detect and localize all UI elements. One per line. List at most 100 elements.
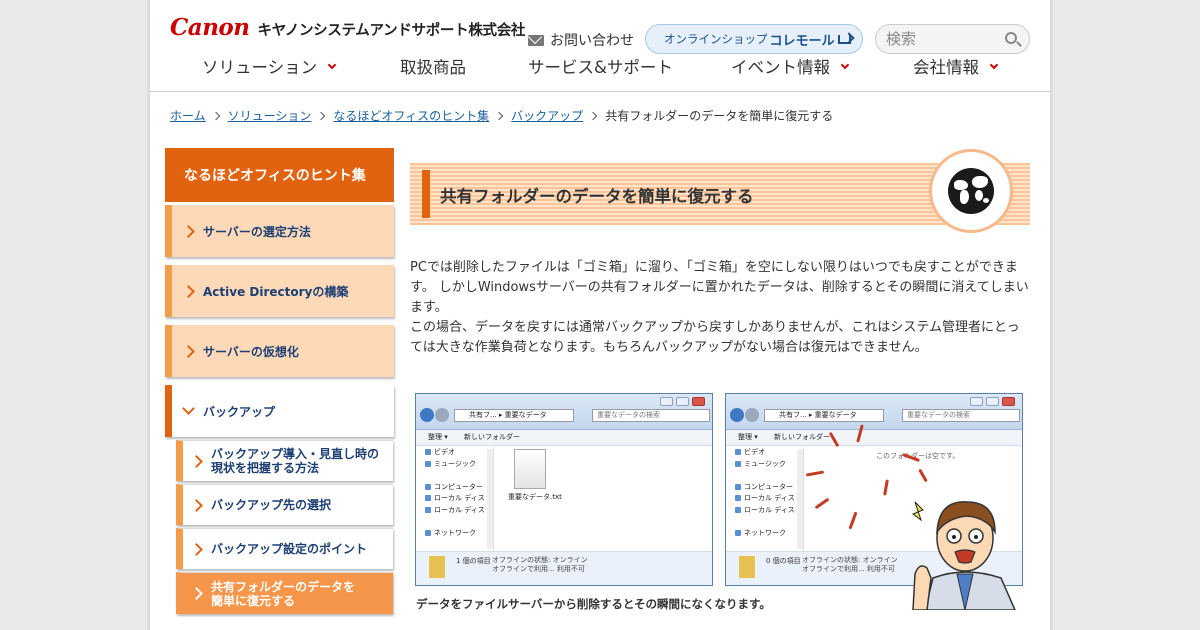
search-icon[interactable]	[1005, 32, 1017, 44]
search-input[interactable]	[886, 29, 996, 49]
status-line: オフラインの状態: オンライン	[492, 556, 588, 564]
chevron-right-icon	[182, 344, 195, 358]
scrollbar	[797, 449, 803, 549]
sidebar-item-label: サーバーの仮想化	[203, 344, 299, 359]
window-search: 重要なデータの検索	[592, 409, 710, 422]
folder-icon	[429, 556, 445, 578]
sidebar-item-virtualization[interactable]: サーバーの仮想化	[165, 325, 394, 377]
sidebar-subitem-label: バックアップ先の選択	[211, 498, 332, 512]
shock-line	[814, 497, 830, 510]
shock-line	[805, 470, 825, 477]
minimize-icon	[660, 397, 673, 406]
nav-company[interactable]: 会社情報	[913, 54, 999, 78]
article-body: PCでは削除したファイルは「ゴミ箱」に溜り、「ゴミ箱」を空にしない限りはいつでも…	[410, 258, 1030, 358]
contact-label: お問い合わせ	[550, 33, 634, 49]
sidebar-item-server-selection[interactable]: サーバーの選定方法	[165, 205, 394, 257]
chevron-right-icon	[182, 224, 195, 238]
label-line-2: 簡単に復元する	[211, 593, 296, 608]
sidebar-title[interactable]: なるほどオフィスのヒント集	[165, 148, 394, 202]
breadcrumb-solutions[interactable]: ソリューション	[228, 107, 312, 124]
breadcrumb-home[interactable]: ホーム	[170, 107, 206, 124]
shock-line	[918, 468, 928, 483]
chevron-right-icon	[190, 587, 203, 600]
body-line: PCでは削除したファイルは「ゴミ箱」に溜り、「ゴミ箱」を空にしない限りはいつでも…	[410, 260, 1018, 275]
globe-icon	[948, 168, 994, 214]
nav-products[interactable]: 取扱商品	[400, 54, 466, 78]
tree-item: ローカル ディス	[416, 505, 493, 517]
tree-item: ローカル ディス	[726, 493, 803, 505]
item-count: 1 個の項目	[456, 557, 491, 565]
contact-link[interactable]: お問い合わせ	[528, 30, 634, 50]
toolbar-new-folder: 新しいフォルダー	[463, 433, 520, 441]
tree-item: ミュージック	[726, 459, 803, 471]
tree-item: ビデオ	[416, 447, 493, 459]
sidebar-subitem-label: バックアップ設定のポイント	[211, 542, 368, 556]
tree-item: ローカル ディス	[416, 493, 493, 505]
breadcrumb-hints[interactable]: なるほどオフィスのヒント集	[333, 107, 489, 124]
nav-events[interactable]: イベント情報	[731, 54, 850, 78]
status-offline: オフラインの状態: オンライン オフラインで利用... 利用不可	[492, 556, 588, 574]
page: Canon キヤノンシステムアンドサポート株式会社 お問い合わせ オンラインショ…	[150, 0, 1050, 630]
header-divider	[150, 91, 1050, 92]
site-logo[interactable]: Canon キヤノンシステムアンドサポート株式会社	[170, 14, 525, 41]
article-title: 共有フォルダーのデータを簡単に復元する	[440, 187, 754, 206]
sidebar-item-label: サーバーの選定方法	[203, 224, 311, 239]
chevron-down-icon	[989, 60, 999, 69]
chevron-right-icon	[190, 498, 203, 512]
status-line: オフラインで利用... 利用不可	[492, 565, 585, 573]
tree-item: コンピューター	[726, 482, 803, 494]
globe-badge	[929, 149, 1013, 233]
path-segment: 重要なデータ	[814, 411, 857, 419]
window-titlebar: 共有フ... ▸ 重要なデータ 重要なデータの検索	[726, 394, 1022, 430]
chevron-right-icon	[190, 542, 203, 556]
nav-tree: ビデオ ミュージック コンピューター ローカル ディス ローカル ディス ネット…	[726, 447, 804, 553]
sidebar-subitem-settings[interactable]: バックアップ設定のポイント	[176, 528, 393, 569]
sidebar-subitem-destination[interactable]: バックアップ先の選択	[176, 484, 393, 525]
chevron-down-icon	[182, 402, 195, 415]
chevron-right-icon	[494, 111, 504, 120]
minimize-icon	[970, 397, 983, 406]
text-file-icon	[514, 449, 546, 489]
scrollbar	[487, 449, 493, 549]
file-label: 重要なデータ.txt	[508, 493, 562, 501]
breadcrumb: ホーム ソリューション なるほどオフィスのヒント集 バックアップ 共有フォルダー…	[170, 107, 833, 124]
address-bar: 共有フ... ▸ 重要なデータ	[454, 409, 574, 422]
chevron-right-icon	[182, 284, 195, 298]
shock-line	[848, 511, 858, 530]
path-segment: 共有フ...	[779, 411, 807, 419]
tree-item: コンピューター	[416, 482, 493, 494]
sidebar-subitem-current-state[interactable]: バックアップ導入・見直し時の 現状を把握する方法	[176, 440, 393, 481]
sidebar-item-label: Active Directoryの構築	[203, 284, 349, 299]
breadcrumb-backup[interactable]: バックアップ	[511, 107, 583, 124]
label-line-1: 共有フォルダーのデータを	[211, 579, 356, 594]
maximize-icon	[676, 397, 689, 406]
window-status: 1 個の項目 オフラインの状態: オンライン オフラインで利用... 利用不可	[416, 551, 712, 585]
sidebar-item-active-directory[interactable]: Active Directoryの構築	[165, 265, 394, 317]
online-shop-button[interactable]: オンラインショップ コレモール	[645, 24, 863, 54]
mail-icon	[528, 34, 544, 46]
screenshot-caption: データをファイルサーバーから削除するとその瞬間になくなります。	[416, 597, 771, 611]
close-icon	[692, 397, 705, 406]
chevron-right-icon	[190, 454, 203, 468]
sidebar-subitem-restore[interactable]: 共有フォルダーのデータを 簡単に復元する	[176, 572, 393, 614]
path-segment: 重要なデータ	[504, 411, 547, 419]
tree-item: ビデオ	[726, 447, 803, 459]
tree-item: ローカル ディス	[726, 505, 803, 517]
tree-item: ネットワーク	[726, 528, 803, 540]
nav-solutions[interactable]: ソリューション	[202, 54, 337, 78]
logo-brand: Canon	[170, 14, 250, 41]
label-line-1: バックアップ導入・見直し時の	[211, 447, 380, 461]
toolbar-organize: 整理 ▾	[428, 433, 448, 441]
nav-label: サービス&サポート	[528, 58, 673, 77]
maximize-icon	[986, 397, 999, 406]
sidebar-item-backup[interactable]: バックアップ	[165, 385, 394, 437]
forward-icon	[745, 408, 759, 422]
nav-service-support[interactable]: サービス&サポート	[528, 54, 673, 78]
window-titlebar: 共有フ... ▸ 重要なデータ 重要なデータの検索	[416, 394, 712, 430]
sidebar-item-label: バックアップ	[203, 404, 276, 419]
shop-text: オンラインショップ	[664, 32, 768, 46]
body-line: ては大きな作業負荷となります。もちろんバックアップがない場合は復元はできません。	[410, 340, 928, 355]
